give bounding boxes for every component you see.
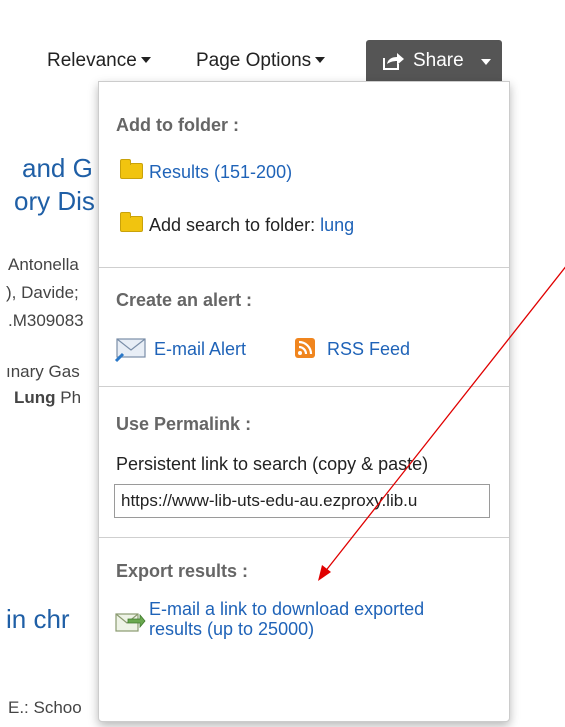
annotation-arrow: [318, 266, 565, 581]
